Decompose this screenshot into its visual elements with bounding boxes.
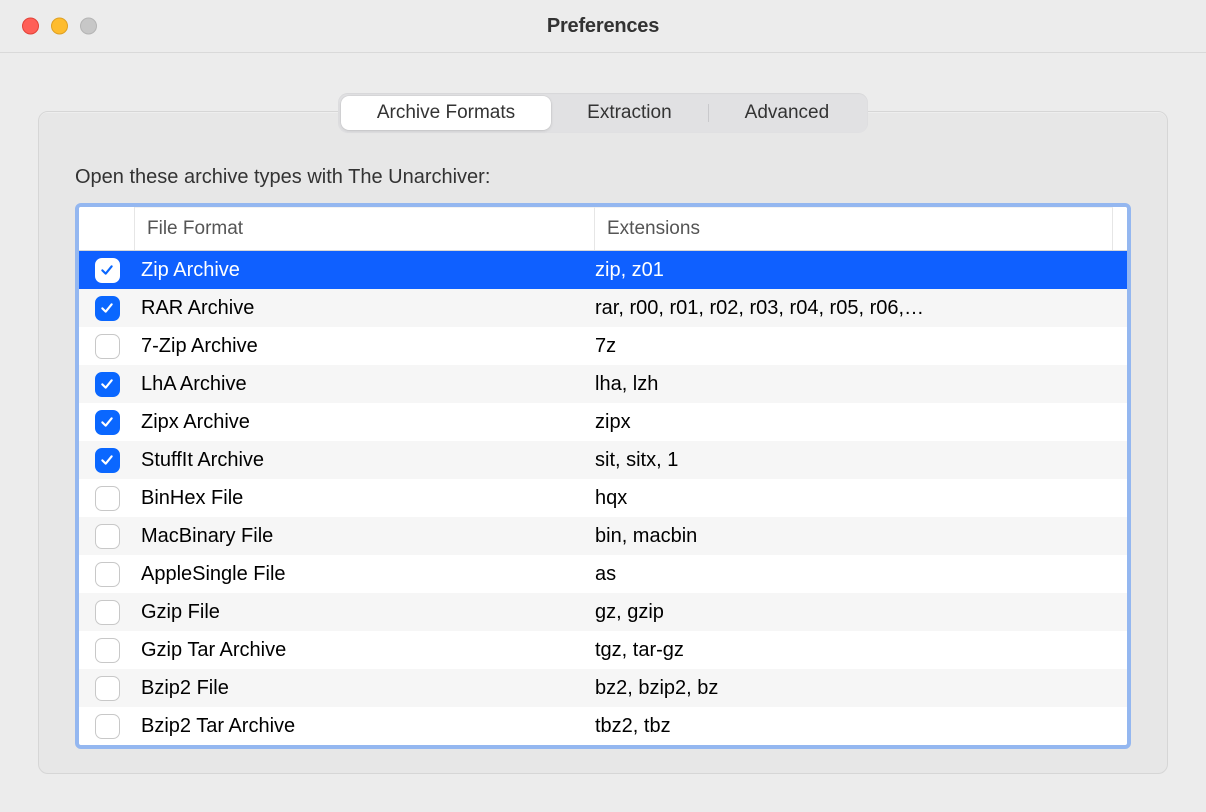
column-header-checkbox[interactable] (79, 207, 135, 250)
check-icon (99, 300, 115, 316)
table-row[interactable]: Zip Archivezip, z01 (79, 251, 1127, 289)
checkbox[interactable] (95, 676, 120, 701)
checkbox-cell (79, 448, 135, 473)
checkbox-cell (79, 600, 135, 625)
table-row[interactable]: MacBinary Filebin, macbin (79, 517, 1127, 555)
checkbox-cell (79, 258, 135, 283)
extensions-cell: as (595, 563, 1113, 586)
format-cell: Zipx Archive (135, 411, 595, 434)
extensions-cell: bin, macbin (595, 525, 1113, 548)
table-row[interactable]: AppleSingle Fileas (79, 555, 1127, 593)
checkbox-cell (79, 410, 135, 435)
format-cell: Gzip File (135, 601, 595, 624)
checkbox[interactable] (95, 562, 120, 587)
checkbox-cell (79, 334, 135, 359)
format-cell: LhA Archive (135, 373, 595, 396)
checkbox[interactable] (95, 448, 120, 473)
checkbox-cell (79, 296, 135, 321)
extensions-cell: rar, r00, r01, r02, r03, r04, r05, r06,… (595, 297, 1113, 320)
extensions-cell: zip, z01 (595, 259, 1113, 282)
checkbox[interactable] (95, 600, 120, 625)
panel-archive-formats: Open these archive types with The Unarch… (38, 111, 1168, 774)
format-cell: Bzip2 File (135, 677, 595, 700)
table-row[interactable]: Gzip Tar Archivetgz, tar-gz (79, 631, 1127, 669)
check-icon (99, 452, 115, 468)
table-row[interactable]: Bzip2 Tar Archivetbz2, tbz (79, 707, 1127, 745)
checkbox[interactable] (95, 714, 120, 739)
table-row[interactable]: Zipx Archivezipx (79, 403, 1127, 441)
checkbox-cell (79, 486, 135, 511)
table-row[interactable]: LhA Archivelha, lzh (79, 365, 1127, 403)
format-cell: RAR Archive (135, 297, 595, 320)
table-row[interactable]: BinHex Filehqx (79, 479, 1127, 517)
checkbox[interactable] (95, 410, 120, 435)
checkbox-cell (79, 676, 135, 701)
extensions-cell: hqx (595, 487, 1113, 510)
extensions-cell: 7z (595, 335, 1113, 358)
close-window-button[interactable] (22, 18, 39, 35)
extensions-cell: tbz2, tbz (595, 715, 1113, 738)
format-cell: Zip Archive (135, 259, 595, 282)
checkbox[interactable] (95, 524, 120, 549)
window-title: Preferences (0, 15, 1206, 38)
column-header-format[interactable]: File Format (135, 207, 595, 250)
window-body: Archive Formats Extraction Advanced Open… (0, 53, 1206, 812)
extensions-cell: tgz, tar-gz (595, 639, 1113, 662)
tabs-wrapper: Archive Formats Extraction Advanced (38, 93, 1168, 133)
format-cell: AppleSingle File (135, 563, 595, 586)
panel-label: Open these archive types with The Unarch… (75, 166, 1131, 189)
column-header-extensions[interactable]: Extensions (595, 207, 1113, 250)
tab-label: Archive Formats (377, 102, 515, 123)
extensions-cell: zipx (595, 411, 1113, 434)
table-row[interactable]: Gzip Filegz, gzip (79, 593, 1127, 631)
format-cell: MacBinary File (135, 525, 595, 548)
table-row[interactable]: Bzip2 Filebz2, bzip2, bz (79, 669, 1127, 707)
format-cell: BinHex File (135, 487, 595, 510)
format-cell: 7-Zip Archive (135, 335, 595, 358)
tab-bar: Archive Formats Extraction Advanced (338, 93, 868, 133)
preferences-window: Preferences Archive Formats Extraction A… (0, 0, 1206, 812)
checkbox-cell (79, 714, 135, 739)
check-icon (99, 414, 115, 430)
table-body[interactable]: Zip Archivezip, z01RAR Archiverar, r00, … (79, 251, 1127, 745)
window-controls (22, 18, 97, 35)
format-cell: Bzip2 Tar Archive (135, 715, 595, 738)
checkbox[interactable] (95, 372, 120, 397)
checkbox[interactable] (95, 486, 120, 511)
table-row[interactable]: 7-Zip Archive7z (79, 327, 1127, 365)
extensions-cell: sit, sitx, 1 (595, 449, 1113, 472)
extensions-cell: lha, lzh (595, 373, 1113, 396)
checkbox[interactable] (95, 638, 120, 663)
format-cell: StuffIt Archive (135, 449, 595, 472)
tab-label: Advanced (745, 102, 830, 123)
extensions-cell: gz, gzip (595, 601, 1113, 624)
tab-advanced[interactable]: Advanced (709, 96, 866, 130)
tab-archive-formats[interactable]: Archive Formats (341, 96, 551, 130)
checkbox[interactable] (95, 258, 120, 283)
tab-label: Extraction (587, 102, 671, 123)
tab-extraction[interactable]: Extraction (551, 96, 707, 130)
table-row[interactable]: StuffIt Archivesit, sitx, 1 (79, 441, 1127, 479)
minimize-window-button[interactable] (51, 18, 68, 35)
checkbox-cell (79, 638, 135, 663)
titlebar: Preferences (0, 0, 1206, 53)
table-row[interactable]: RAR Archiverar, r00, r01, r02, r03, r04,… (79, 289, 1127, 327)
check-icon (99, 376, 115, 392)
checkbox-cell (79, 372, 135, 397)
file-format-table: File Format Extensions Zip Archivezip, z… (75, 203, 1131, 749)
extensions-cell: bz2, bzip2, bz (595, 677, 1113, 700)
format-cell: Gzip Tar Archive (135, 639, 595, 662)
checkbox[interactable] (95, 296, 120, 321)
table-header: File Format Extensions (79, 207, 1127, 251)
checkbox-cell (79, 562, 135, 587)
check-icon (99, 262, 115, 278)
checkbox[interactable] (95, 334, 120, 359)
maximize-window-button (80, 18, 97, 35)
checkbox-cell (79, 524, 135, 549)
